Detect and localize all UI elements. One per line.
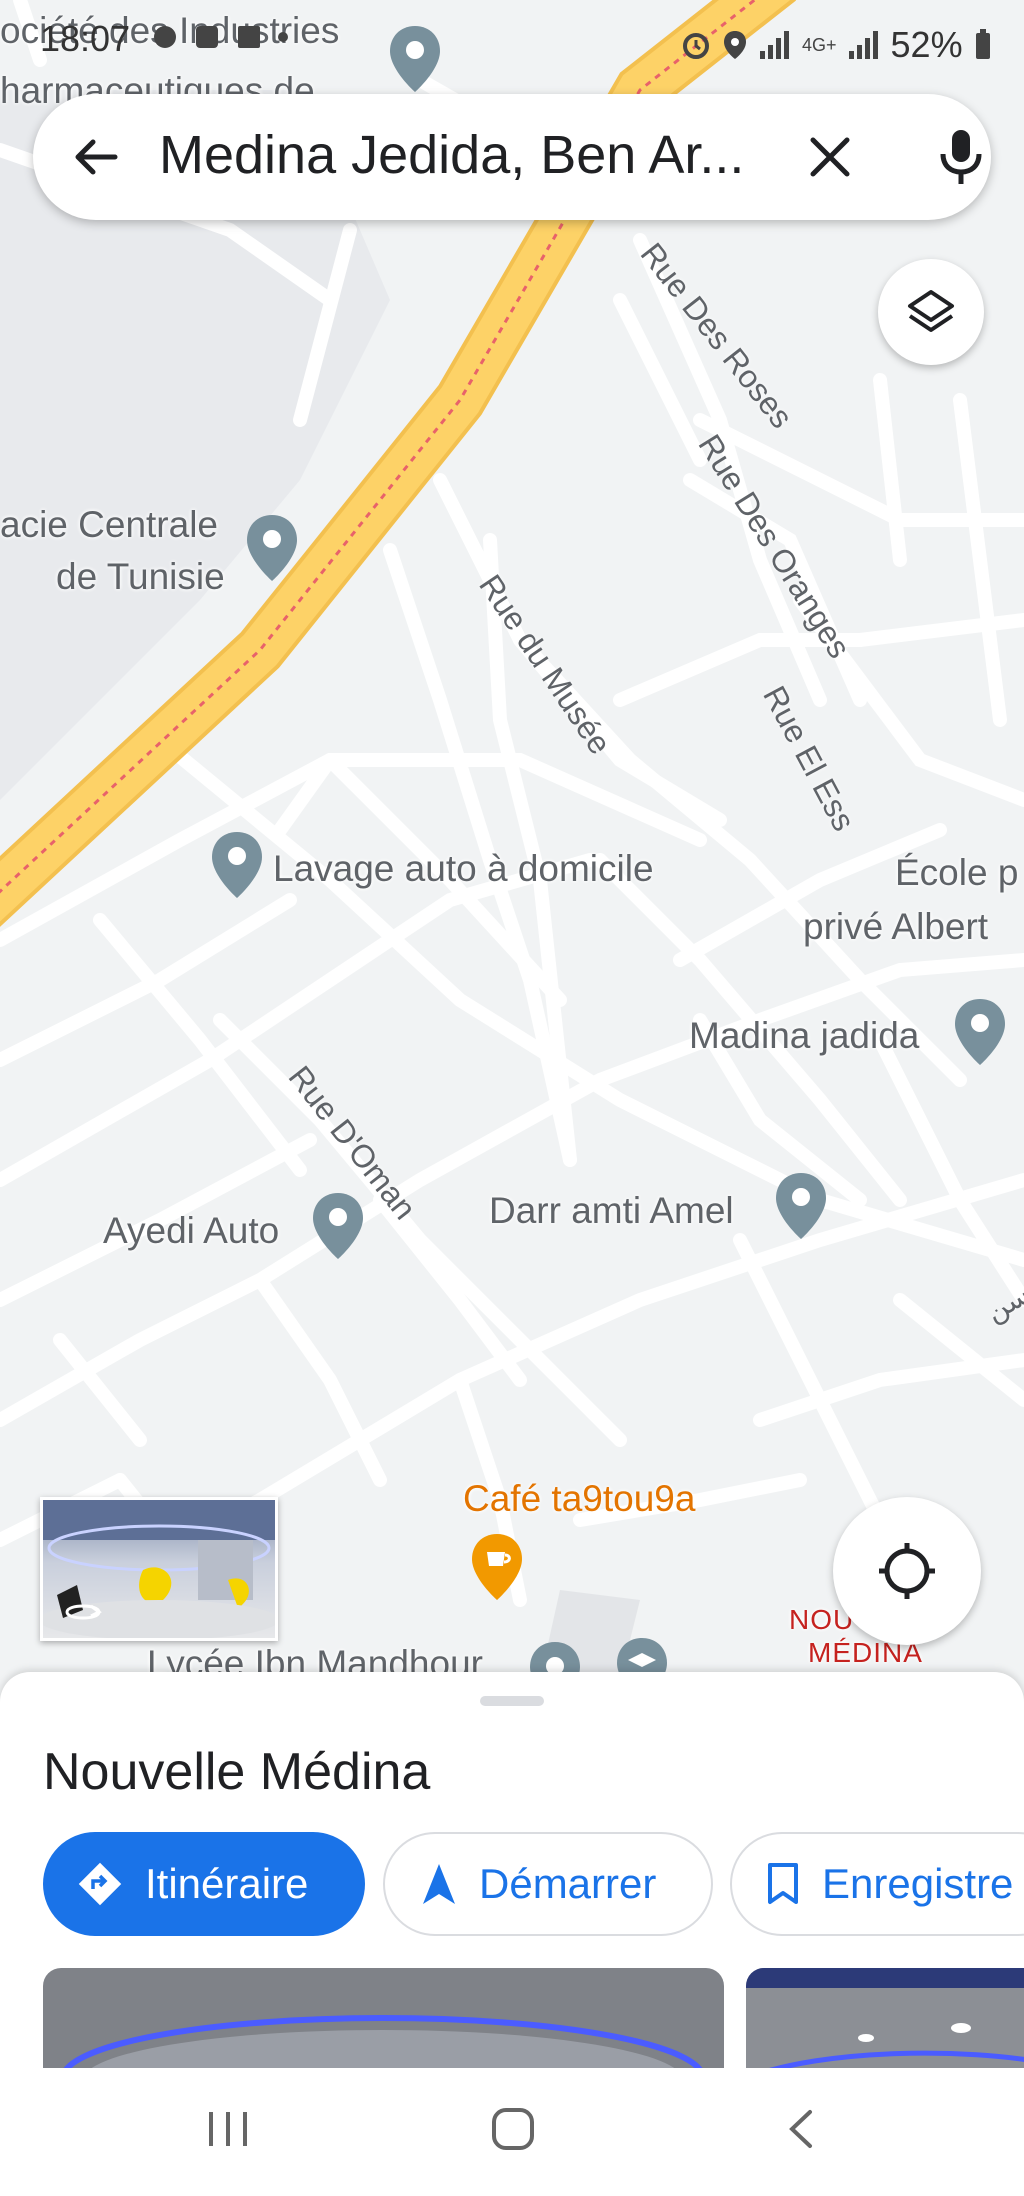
poi-pin-icon[interactable] — [953, 997, 1007, 1081]
back-nav-icon[interactable] — [782, 2108, 818, 2150]
poi-label[interactable]: Madina jadida — [689, 1015, 919, 1057]
notification-icon — [238, 26, 260, 48]
signal-icon — [760, 31, 789, 59]
directions-label: Itinéraire — [145, 1860, 309, 1907]
place-photo[interactable] — [43, 1968, 724, 2068]
notification-icons — [150, 20, 290, 54]
notification-icon — [154, 26, 176, 48]
search-bar[interactable]: Medina Jedida, Ben Ar... — [33, 94, 991, 220]
location-icon — [724, 31, 746, 59]
poi-pin-icon[interactable] — [210, 830, 264, 914]
poi-label[interactable]: privé Albert — [803, 906, 988, 948]
poi-pin-icon[interactable] — [245, 513, 299, 597]
recent-apps-icon[interactable] — [205, 2108, 251, 2150]
signal-icon — [848, 31, 878, 59]
battery-icon — [975, 29, 990, 59]
home-icon[interactable] — [490, 2106, 536, 2152]
poi-label[interactable]: Lavage auto à domicile — [273, 848, 654, 890]
status-time: 18:07 — [40, 18, 131, 59]
poi-label[interactable]: acie Centrale — [0, 504, 218, 546]
place-bottom-sheet[interactable]: Nouvelle Médina Itinéraire Démarrer Enre… — [0, 1672, 1024, 2068]
system-navigation-bar — [0, 2068, 1024, 2196]
my-location-button[interactable] — [833, 1497, 981, 1645]
save-label: Enregistre — [822, 1860, 1014, 1907]
place-photo-image — [43, 1968, 724, 2068]
directions-button[interactable]: Itinéraire — [43, 1832, 365, 1936]
directions-icon — [78, 1862, 122, 1906]
cafe-pin-icon[interactable] — [470, 1532, 524, 1616]
network-type: 4G+ — [802, 34, 837, 55]
street-view-thumbnail[interactable] — [40, 1497, 278, 1641]
poi-pin-icon[interactable] — [311, 1191, 365, 1275]
alarm-icon — [683, 33, 709, 59]
battery-percentage: 52% — [890, 24, 963, 65]
poi-label[interactable]: Café ta9tou9a — [463, 1478, 695, 1520]
sheet-drag-handle[interactable] — [480, 1696, 544, 1706]
search-query[interactable]: Medina Jedida, Ben Ar... — [159, 124, 744, 186]
poi-label[interactable]: Darr amti Amel — [489, 1190, 734, 1232]
start-button[interactable]: Démarrer — [383, 1832, 713, 1936]
layers-icon — [908, 290, 954, 332]
bookmark-icon — [768, 1863, 798, 1904]
back-arrow-icon[interactable] — [71, 132, 121, 182]
map-canvas[interactable]: ociété des Industries harmaceutiques de … — [0, 0, 1024, 1680]
layers-button[interactable] — [878, 259, 984, 365]
poi-label[interactable]: de Tunisie — [56, 556, 225, 598]
navigation-arrow-icon — [423, 1864, 455, 1904]
dot-icon — [278, 32, 288, 42]
place-photo[interactable] — [746, 1968, 1024, 2068]
my-location-icon — [879, 1543, 935, 1599]
poi-label[interactable]: Ayedi Auto — [103, 1210, 279, 1252]
start-label: Démarrer — [479, 1860, 657, 1907]
poi-label[interactable]: École p — [895, 852, 1018, 894]
poi-pin-icon[interactable] — [774, 1171, 828, 1255]
mic-icon[interactable] — [931, 126, 991, 188]
close-icon[interactable] — [803, 130, 857, 184]
place-title: Nouvelle Médina — [43, 1743, 431, 1801]
system-icons: 4G+ 52% — [680, 24, 993, 66]
save-button[interactable]: Enregistre — [730, 1832, 1024, 1936]
street-view-icon — [65, 1604, 102, 1620]
notification-icon — [196, 26, 218, 48]
map-base — [0, 0, 1024, 1680]
place-photo-image — [746, 1968, 1024, 2068]
